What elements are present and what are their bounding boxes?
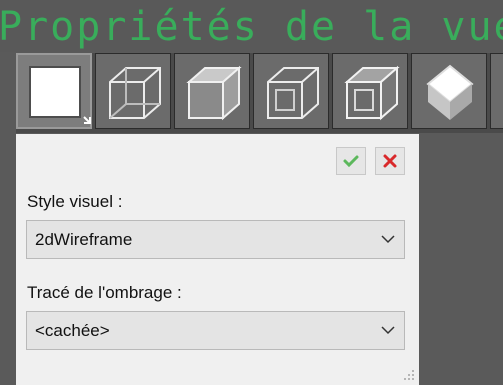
close-icon [383, 154, 397, 168]
properties-panel: Style visuel : 2dWireframe Tracé de l'om… [16, 134, 419, 385]
realistic-cube-icon [426, 64, 474, 120]
conceptual-cube-icon [344, 65, 400, 121]
chevron-down-icon [381, 235, 395, 244]
shadow-value: <cachée> [35, 321, 110, 340]
realistic-button[interactable] [411, 53, 487, 129]
3d-wireframe-button[interactable] [95, 53, 171, 129]
visual-style-toolbar [16, 53, 503, 133]
2d-wireframe-button[interactable] [16, 53, 92, 129]
visual-style-value: 2dWireframe [35, 230, 133, 249]
shadow-label: Tracé de l'ombrage : [27, 283, 182, 302]
3d-wireframe-icon [109, 67, 161, 119]
2d-wireframe-icon [29, 66, 91, 124]
shaded-cube-icon [186, 65, 242, 121]
visual-style-label: Style visuel : [27, 192, 123, 211]
ok-button[interactable] [336, 147, 366, 175]
more-styles-button[interactable] [490, 53, 503, 129]
conceptual-button[interactable] [332, 53, 408, 129]
visual-style-select[interactable]: 2dWireframe [26, 220, 405, 259]
resize-grip[interactable] [403, 369, 415, 381]
title-bar: Propriétés de la vue [0, 0, 503, 52]
shaded-button[interactable] [174, 53, 250, 129]
checkmark-icon [343, 155, 359, 168]
hidden-cube-icon [267, 67, 319, 119]
chevron-down-icon [381, 326, 395, 335]
cancel-button[interactable] [375, 147, 405, 175]
shadow-select[interactable]: <cachée> [26, 311, 405, 350]
hidden-button[interactable] [253, 53, 329, 129]
panel-title: Propriétés de la vue [0, 4, 503, 50]
